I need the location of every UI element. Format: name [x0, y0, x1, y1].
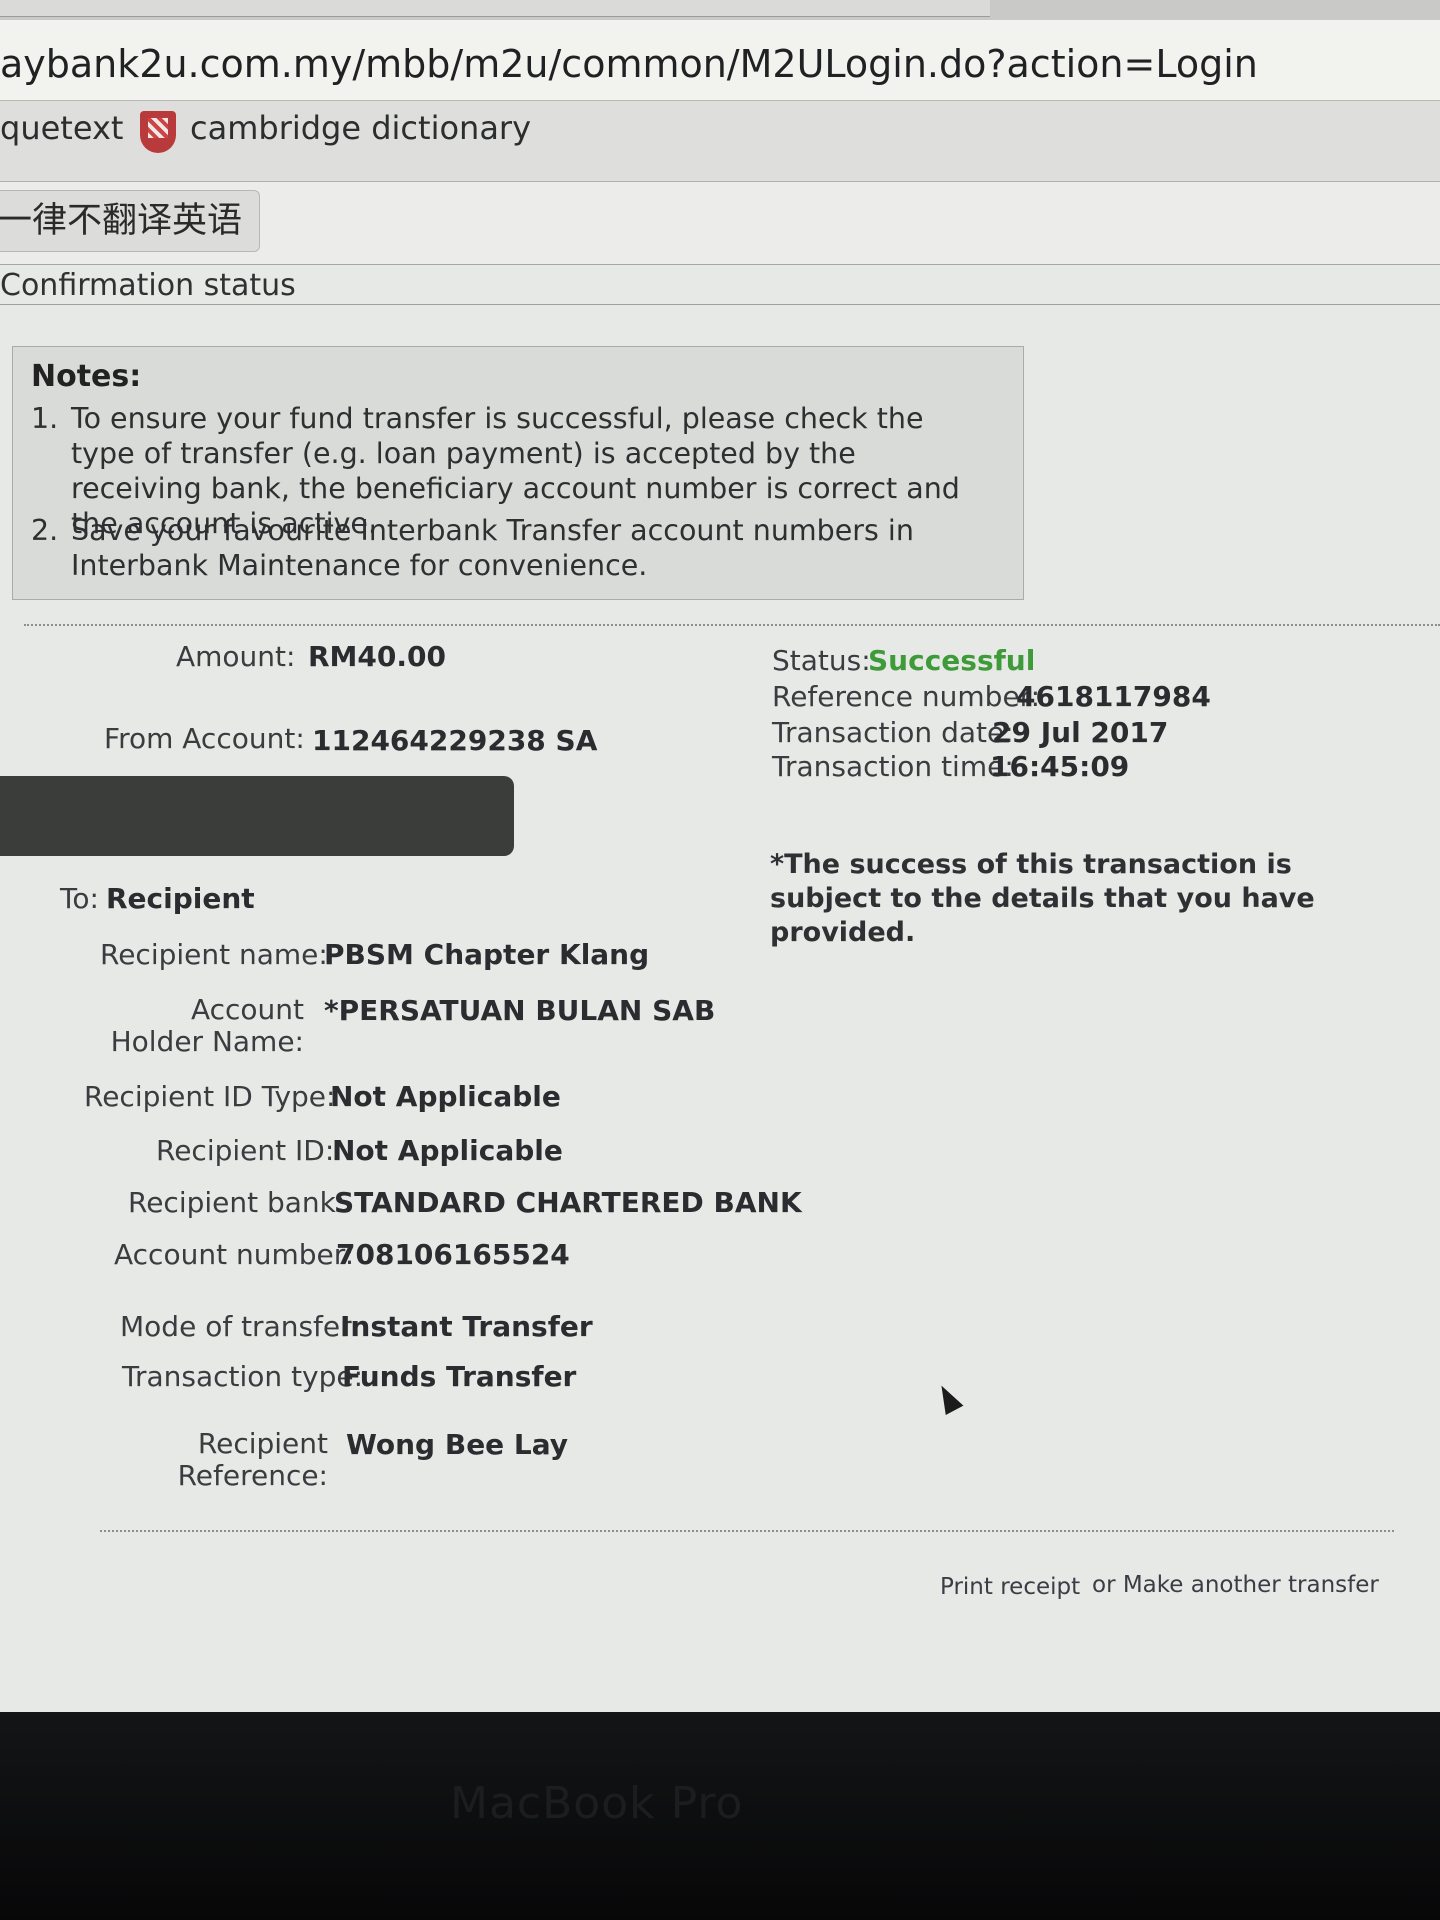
transaction-time-label: Transaction time: [772, 750, 1014, 783]
recipient-bank-label: Recipient bank: [128, 1186, 346, 1219]
bookmarks-bar: quetext cambridge dictionary [0, 101, 1440, 182]
transaction-time-value: 16:45:09 [990, 750, 1130, 783]
dotted-divider [24, 624, 1440, 626]
make-another-transfer-link[interactable]: or Make another transfer [1092, 1572, 1379, 1598]
bookmark-cambridge-dictionary[interactable]: cambridge dictionary [190, 109, 531, 147]
account-number-value: 708106165524 [336, 1238, 570, 1271]
recipient-reference-value: Wong Bee Lay [346, 1428, 569, 1461]
account-holder-label: Account Holder Name: [110, 993, 304, 1058]
account-holder-value: *PERSATUAN BULAN SAB [324, 994, 716, 1027]
bookmark-quetext[interactable]: quetext [0, 109, 123, 147]
from-account-value: 112464229238 SA [312, 724, 598, 757]
status-label: Status: [772, 644, 871, 677]
recipient-id-type-value: Not Applicable [330, 1080, 561, 1113]
account-number-label: Account number: [114, 1238, 355, 1271]
transaction-type-value: Funds Transfer [342, 1360, 577, 1393]
recipient-id-type-label: Recipient ID Type: [84, 1080, 336, 1113]
note-item: 2. Save your favourite Interbank Transfe… [31, 513, 991, 583]
dotted-divider [100, 1530, 1394, 1532]
laptop-bezel: MacBook Pro [0, 1712, 1440, 1920]
reference-number-value: 4618117984 [1016, 680, 1211, 713]
print-receipt-link[interactable]: Print receipt [940, 1574, 1080, 1600]
mode-of-transfer-label: Mode of transfer: [120, 1310, 361, 1343]
note-number: 2. [31, 514, 59, 547]
note-text: Save your favourite Interbank Transfer a… [71, 514, 914, 582]
laptop-brand: MacBook Pro [450, 1778, 744, 1829]
recipient-name-value: PBSM Chapter Klang [324, 938, 650, 971]
success-disclaimer: *The success of this transaction is subj… [770, 849, 1315, 948]
never-translate-button[interactable]: 一律不翻译英语 [0, 190, 260, 252]
recipient-id-value: Not Applicable [332, 1134, 563, 1167]
recipient-name-label: Recipient name: [100, 938, 328, 971]
notes-title: Notes: [31, 359, 142, 394]
reference-number-label: Reference number: [772, 680, 1041, 713]
translate-bar: 一律不翻译英语 [0, 182, 1440, 265]
transaction-date-label: Transaction date: [772, 716, 1014, 749]
divider [0, 304, 1440, 305]
cambridge-shield-icon [140, 111, 176, 153]
address-bar[interactable]: aybank2u.com.my/mbb/m2u/common/M2ULogin.… [0, 20, 1440, 101]
note-number: 1. [31, 402, 59, 435]
transaction-type-label: Transaction type: [122, 1360, 364, 1393]
page-title: Confirmation status [0, 268, 296, 303]
browser-tab[interactable] [0, 0, 990, 17]
recipient-reference-label: Recipient Reference: [177, 1427, 328, 1492]
mouse-cursor-icon [932, 1380, 964, 1416]
status-value: Successful [868, 644, 1036, 677]
redacted-area [0, 776, 514, 856]
to-label: To: [60, 882, 99, 915]
amount-label: Amount: [176, 640, 296, 673]
url-text[interactable]: aybank2u.com.my/mbb/m2u/common/M2ULogin.… [0, 42, 1258, 86]
browser-tab-strip [0, 0, 1440, 20]
notes-box: Notes: 1. To ensure your fund transfer i… [12, 346, 1024, 600]
recipient-id-label: Recipient ID: [156, 1134, 335, 1167]
from-account-label: From Account: [104, 722, 305, 755]
recipient-bank-value: STANDARD CHARTERED BANK [334, 1186, 802, 1219]
transaction-date-value: 29 Jul 2017 [992, 716, 1169, 749]
amount-value: RM40.00 [308, 640, 446, 673]
mode-of-transfer-value: Instant Transfer [340, 1310, 593, 1343]
to-value: Recipient [106, 882, 255, 915]
